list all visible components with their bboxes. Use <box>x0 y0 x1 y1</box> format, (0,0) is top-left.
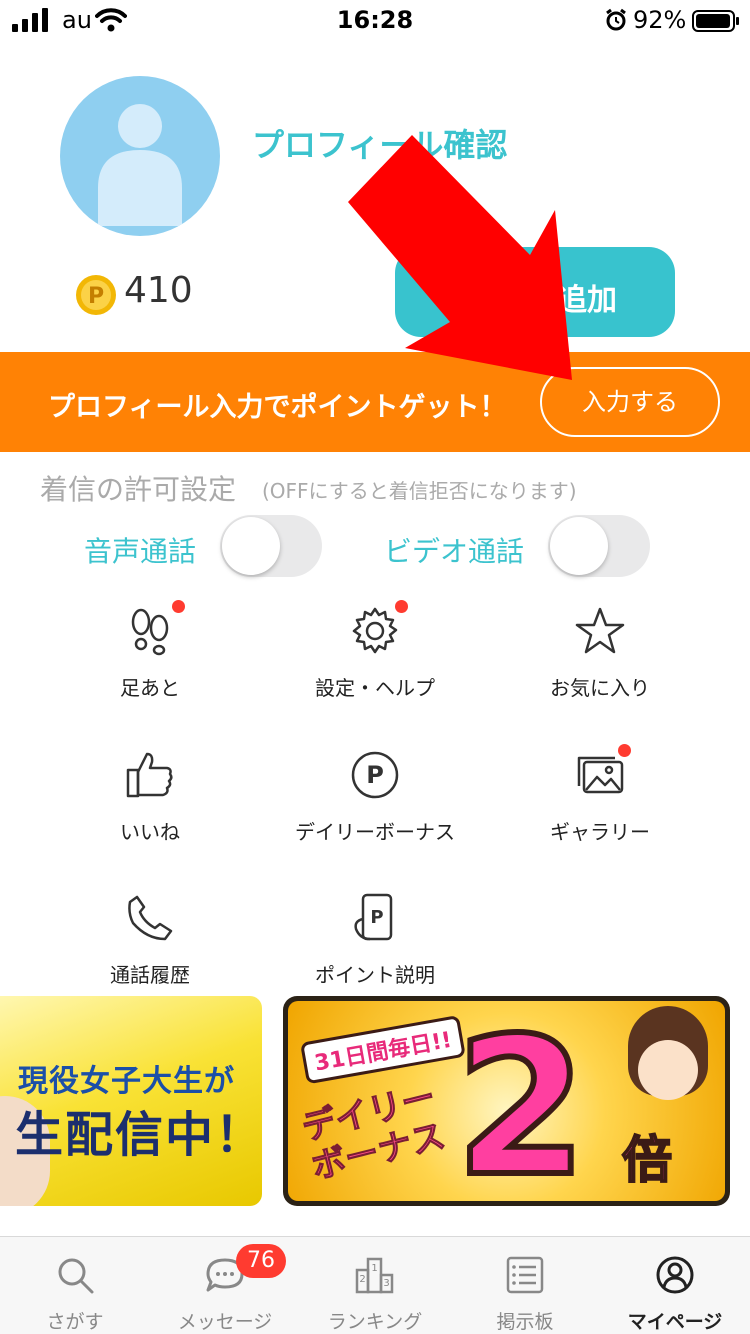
user-circle-icon <box>656 1256 694 1294</box>
call-settings-title: 着信の許可設定 <box>40 473 237 506</box>
board-icon <box>506 1256 544 1294</box>
battery-icon <box>692 10 739 32</box>
banner-text: プロフィール入力でポイントゲット！ <box>48 392 507 423</box>
tab-label: 掲示板 <box>496 1311 554 1333</box>
svg-text:P: P <box>366 761 384 789</box>
status-bar: au 16:28 92% <box>0 0 750 40</box>
tab-label: マイページ <box>627 1311 723 1333</box>
tab-ranking[interactable]: 1 2 3 ランキング <box>300 1237 450 1334</box>
svg-text:2: 2 <box>359 1274 365 1285</box>
gear-icon <box>352 607 398 654</box>
menu-label: ギャラリー <box>550 820 650 844</box>
menu-footprints[interactable]: 足あと <box>25 600 275 726</box>
point-phone-icon: P <box>354 893 393 941</box>
voice-call-label: 音声通話 <box>84 535 197 568</box>
promo-left-line2: 生配信中！ <box>15 1107 266 1163</box>
menu-label: デイリーボーナス <box>295 820 455 844</box>
search-icon <box>58 1258 94 1294</box>
menu-point-guide[interactable]: P ポイント説明 <box>250 893 500 1013</box>
promo-big-number: 2 <box>452 997 590 1218</box>
notification-dot <box>618 744 631 757</box>
promo-character-face <box>638 1040 698 1100</box>
call-settings-note: (OFFにすると着信拒否になります) <box>262 479 577 503</box>
ranking-icon: 1 2 3 <box>355 1257 394 1294</box>
add-points-button[interactable]: 追加 <box>395 247 675 337</box>
menu-call-history[interactable]: 通話履歴 <box>25 893 275 1013</box>
phone-icon <box>128 895 173 941</box>
profile-input-banner: プロフィール入力でポイントゲット！ 入力する <box>0 352 750 452</box>
menu-gallery[interactable]: ギャラリー <box>475 744 725 870</box>
tab-board[interactable]: 掲示板 <box>450 1237 600 1334</box>
my-page-screen: au 16:28 92% プロフィール確認 P 410 追加 プロフィール入力で… <box>0 0 750 1334</box>
video-call-label: ビデオ通話 <box>384 535 525 568</box>
voice-call-toggle[interactable] <box>220 515 322 577</box>
point-coin-icon: P <box>76 275 116 315</box>
input-button[interactable]: 入力する <box>540 367 720 437</box>
tab-label: さがす <box>46 1311 104 1333</box>
notification-dot <box>395 600 408 613</box>
thumbs-up-icon <box>126 752 173 798</box>
alarm-icon <box>606 8 626 31</box>
point-coin-icon: P <box>351 751 399 799</box>
svg-text:3: 3 <box>383 1278 389 1289</box>
footprints-icon <box>131 608 169 656</box>
menu-label: 足あと <box>120 676 180 700</box>
svg-text:1: 1 <box>371 1263 377 1274</box>
menu-daily-bonus[interactable]: P デイリーボーナス <box>250 750 500 870</box>
promo-left-line1: 現役女子大生が <box>18 1064 235 1099</box>
profile-confirm-link[interactable]: プロフィール確認 <box>252 120 507 166</box>
menu-favorites[interactable]: お気に入り <box>475 606 725 726</box>
avatar[interactable] <box>60 76 220 236</box>
battery-percent: 92% <box>633 6 687 34</box>
toggle-knob <box>550 517 608 575</box>
notification-dot <box>172 600 185 613</box>
svg-text:P: P <box>370 907 383 928</box>
menu-label: 設定・ヘルプ <box>315 676 435 700</box>
menu-label: 通話履歴 <box>110 963 190 987</box>
bottom-tab-bar: さがす メッセージ 1 2 3 ランキング 掲示板 マイページ <box>0 1236 750 1334</box>
toggle-knob <box>222 517 280 575</box>
points-balance: 410 <box>124 270 193 311</box>
menu-label: いいね <box>120 820 180 844</box>
menu-label: お気に入り <box>550 676 650 700</box>
star-icon <box>575 607 625 654</box>
menu-label: ポイント説明 <box>315 963 435 987</box>
message-count-badge: 76 <box>236 1244 286 1278</box>
tab-my-page[interactable]: マイページ <box>600 1237 750 1334</box>
menu-settings-help[interactable]: 設定・ヘルプ <box>250 600 500 726</box>
svg-text:P: P <box>88 284 104 309</box>
tab-label: ランキング <box>327 1311 423 1333</box>
video-call-toggle[interactable] <box>548 515 650 577</box>
person-icon <box>98 104 182 226</box>
gallery-icon <box>577 756 624 794</box>
add-points-label: 追加 <box>557 283 617 318</box>
tab-search[interactable]: さがす <box>0 1237 150 1334</box>
tab-label: メッセージ <box>177 1311 273 1333</box>
menu-likes[interactable]: いいね <box>25 750 275 870</box>
promo-times-label: 倍 <box>621 1130 673 1190</box>
